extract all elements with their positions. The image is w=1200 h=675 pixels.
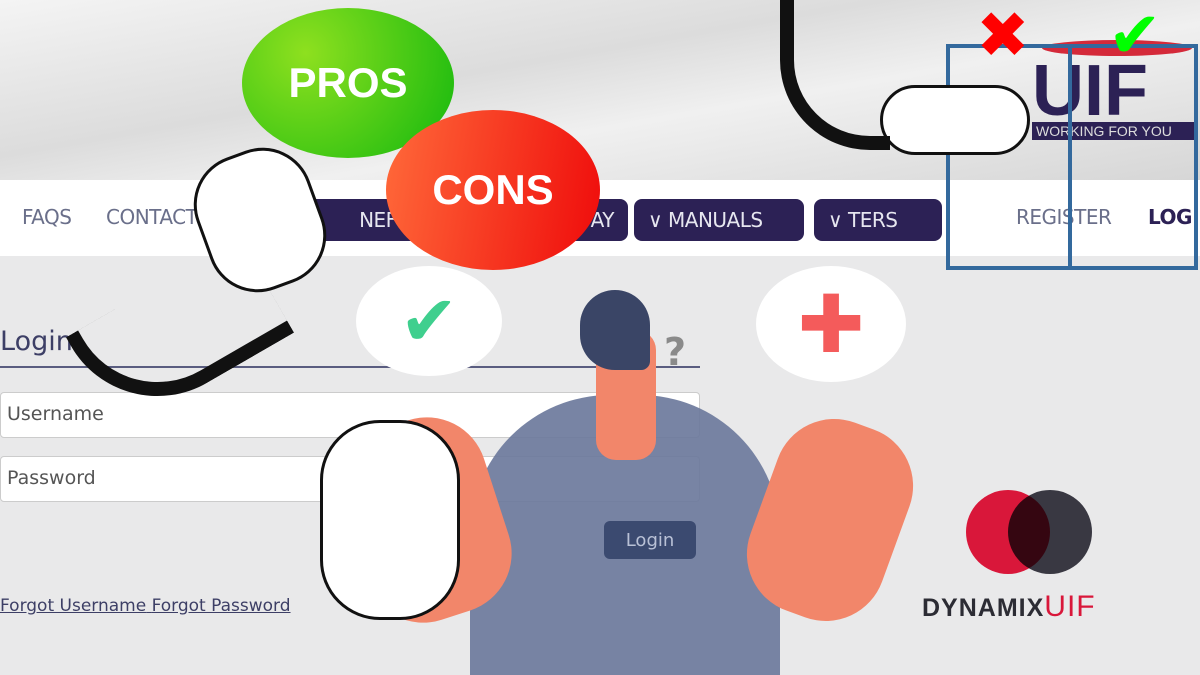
forgot-password-link[interactable]: Forgot Password (152, 596, 291, 616)
cross-thought-bubble: ✚ (756, 266, 906, 382)
chevron-down-icon: ∨ (648, 208, 668, 232)
question-mark: ? (664, 330, 687, 374)
dynamix-brand: DYNAMIXUIF (922, 590, 1096, 624)
plus-cross-icon: ✚ (797, 277, 865, 371)
check-thought-bubble: ✔ (356, 266, 502, 376)
highlight-frame-right (1068, 44, 1198, 270)
check-icon: ✔ (399, 280, 459, 362)
nav-contact[interactable]: CONTACT (106, 205, 198, 229)
nav-employers-label: TERS (848, 208, 898, 232)
person-hair-illustration (580, 290, 650, 370)
nav-manuals-button[interactable]: ∨ MANUALS (634, 199, 804, 241)
forgot-links: Forgot Username Forgot Password (0, 596, 291, 616)
forgot-username-link[interactable]: Forgot Username (0, 596, 146, 616)
brand-dynamix: DYNAMIX (922, 594, 1045, 622)
pointing-hand-icon (880, 85, 1030, 155)
cons-bubble: CONS (386, 110, 600, 270)
nav-manuals-label: MANUALS (668, 208, 763, 232)
red-cross-icon: ✖ (976, 0, 1030, 73)
pointing-hand-icon (320, 420, 460, 620)
chevron-down-icon: ∨ (828, 208, 848, 232)
nav-faqs[interactable]: FAQS (22, 205, 72, 229)
brand-uif: UIF (1044, 590, 1096, 623)
login-button[interactable]: Login (604, 521, 696, 559)
green-check-icon: ✔ (1108, 0, 1162, 73)
nav-employers-button[interactable]: ∨ TERS (814, 199, 942, 241)
dynamix-logo-dark-circle (1008, 490, 1092, 574)
login-title: Login (0, 326, 73, 357)
highlight-frame-left (946, 44, 1072, 270)
